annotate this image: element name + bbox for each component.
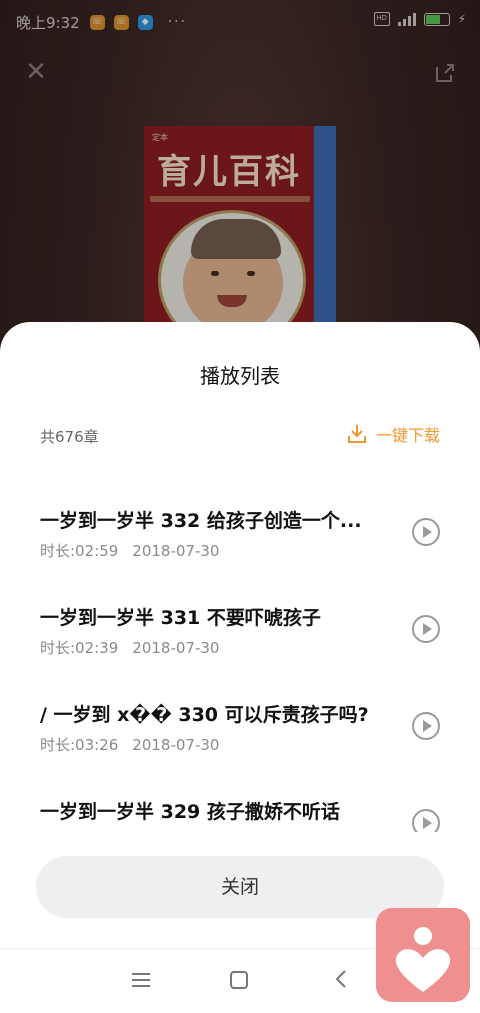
item-duration: 时长:02:39 (40, 639, 119, 657)
item-title: / 一岁到 x�� 330 可以斥责孩子吗? (40, 704, 369, 726)
list-item[interactable]: / 一岁到 x�� 330 可以斥责孩子吗? 时长:03:26 2018-07-3… (0, 684, 480, 781)
play-circle-icon[interactable] (412, 615, 440, 643)
item-duration: 时长:02:59 (40, 542, 119, 560)
sheet-title: 播放列表 (200, 364, 280, 388)
item-duration: 时长:03:26 (40, 736, 119, 754)
item-title: 一岁到一岁半 331 不要吓唬孩子 (40, 607, 321, 629)
item-title: 一岁到一岁半 329 孩子撒娇不听话 (40, 801, 340, 823)
recent-apps-icon[interactable] (132, 973, 150, 987)
play-circle-icon[interactable] (412, 712, 440, 740)
item-title: 一岁到一岁半 332 给孩子创造一个... (40, 510, 362, 532)
item-meta: 时长:02:59 2018-07-30 (40, 540, 219, 561)
item-meta: 时长:02:39 2018-07-30 (40, 637, 219, 658)
item-date: 2018-07-30 (132, 639, 220, 657)
list-item[interactable]: 一岁到一岁半 331 不要吓唬孩子 时长:02:39 2018-07-30 (0, 587, 480, 684)
play-circle-icon[interactable] (412, 518, 440, 546)
home-icon[interactable] (230, 971, 248, 989)
chapter-count: 共676章 (40, 428, 99, 446)
playlist[interactable]: 一岁到一岁半 332 给孩子创造一个... 时长:02:59 2018-07-30… (0, 490, 480, 832)
download-icon (347, 425, 366, 443)
list-item[interactable]: 一岁到一岁半 332 给孩子创造一个... 时长:02:59 2018-07-30 (0, 490, 480, 587)
floating-heart-app-icon[interactable] (376, 908, 470, 1002)
item-date: 2018-07-30 (132, 542, 220, 560)
item-meta (40, 831, 54, 832)
back-icon[interactable] (334, 969, 348, 989)
item-date: 2018-07-30 (132, 736, 220, 754)
play-circle-icon[interactable] (412, 809, 440, 832)
download-all-label: 一键下载 (375, 426, 440, 445)
list-item[interactable]: 一岁到一岁半 329 孩子撒娇不听话 (0, 781, 480, 832)
item-meta: 时长:03:26 2018-07-30 (40, 734, 219, 755)
download-all-button[interactable]: 一键下载 (346, 422, 440, 446)
